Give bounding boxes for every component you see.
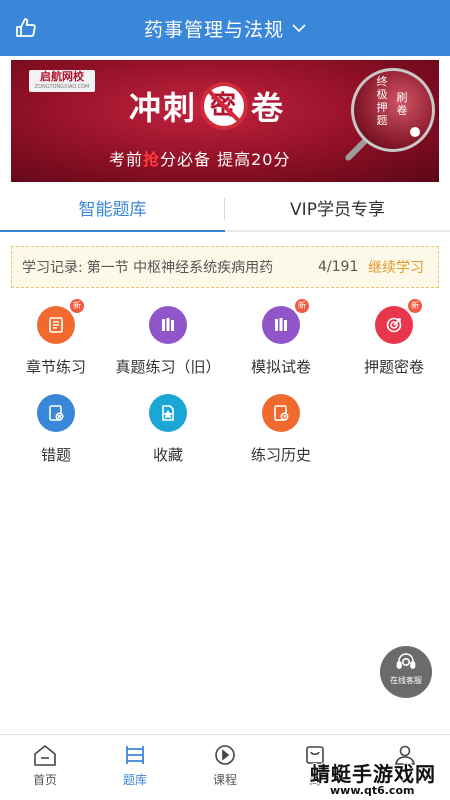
grid-item-label: 押题密卷	[363, 358, 424, 376]
banned-mi-icon: 密	[200, 82, 249, 130]
grid-item-label: 章节练习	[25, 358, 86, 376]
books-icon: 新	[262, 299, 309, 344]
promo-banner[interactable]: 启航网校 ZONGTONGXIAO.COM 冲刺 密 卷 考前抢分必备 提高20…	[11, 60, 439, 182]
wrong-questions-button[interactable]: 错题	[0, 394, 112, 465]
books-icon	[149, 306, 187, 344]
target-icon: 新	[375, 299, 422, 344]
subject-selector[interactable]: 药事管理与法规	[0, 0, 450, 56]
banner-subtitle: 考前抢分必备 提高20分	[109, 150, 291, 169]
grid-item-label: 真题练习（旧）	[115, 358, 221, 376]
new-badge: 新	[408, 299, 422, 313]
tab-bar: 智能题库 VIP学员专享	[0, 190, 450, 232]
record-progress: 4/191	[318, 259, 359, 275]
nav-label: 首页	[32, 773, 57, 787]
site-watermark: 蜻蜓手游戏网 www.qt6.com	[310, 762, 436, 797]
tab-smart-questions[interactable]: 智能题库	[0, 190, 225, 230]
grid-item-label: 练习历史	[250, 446, 311, 464]
banner-headline: 冲刺 密 卷	[129, 82, 285, 130]
online-support-button[interactable]: 在线客服	[380, 646, 432, 698]
nav-courses[interactable]: 课程	[180, 735, 270, 800]
nav-home[interactable]: 首页	[0, 735, 90, 800]
chevron-down-icon	[292, 24, 306, 33]
note-icon: 新	[37, 299, 84, 344]
magnifier-icon: 终极押题 刷卷	[351, 68, 435, 152]
new-badge: 新	[70, 299, 84, 313]
brand-logo: 启航网校 ZONGTONGXIAO.COM	[29, 70, 95, 92]
practice-history-button[interactable]: 练习历史	[225, 394, 337, 465]
mock-exam-button[interactable]: 新 模拟试卷	[225, 299, 337, 377]
active-tab-indicator	[0, 230, 225, 232]
predicted-exam-button[interactable]: 新 押题密卷	[338, 299, 450, 377]
new-badge: 新	[295, 299, 309, 313]
nav-label: 题库	[122, 773, 147, 787]
chapter-practice-button[interactable]: 新 章节练习	[0, 299, 112, 377]
headset-icon	[396, 653, 416, 669]
clock-doc-icon	[262, 394, 300, 432]
home-icon	[34, 744, 56, 766]
question-bank-icon	[126, 746, 144, 764]
grid-item-label: 模拟试卷	[250, 358, 311, 376]
support-label: 在线客服	[390, 676, 422, 685]
wrong-doc-icon	[37, 394, 75, 432]
record-label: 学习记录:	[22, 260, 83, 276]
top-header: 药事管理与法规	[0, 0, 450, 56]
tab-vip[interactable]: VIP学员专享	[225, 190, 450, 230]
record-chapter: 第一节 中枢神经系统疾病用药	[86, 260, 274, 276]
star-doc-icon	[149, 394, 187, 432]
continue-study-link[interactable]: 继续学习	[368, 257, 424, 277]
page-title: 药事管理与法规	[143, 18, 284, 41]
study-record-bar[interactable]: 学习记录: 第一节 中枢神经系统疾病用药 4/191 继续学习	[11, 246, 439, 288]
play-circle-icon	[215, 745, 235, 765]
grid-item-label: 错题	[40, 446, 71, 464]
nav-label: 课程	[212, 773, 237, 787]
grid-item-label: 收藏	[152, 446, 183, 464]
past-exam-practice-button[interactable]: 真题练习（旧）	[112, 306, 224, 377]
favorites-button[interactable]: 收藏	[112, 394, 224, 465]
nav-question-bank[interactable]: 题库	[90, 735, 180, 800]
